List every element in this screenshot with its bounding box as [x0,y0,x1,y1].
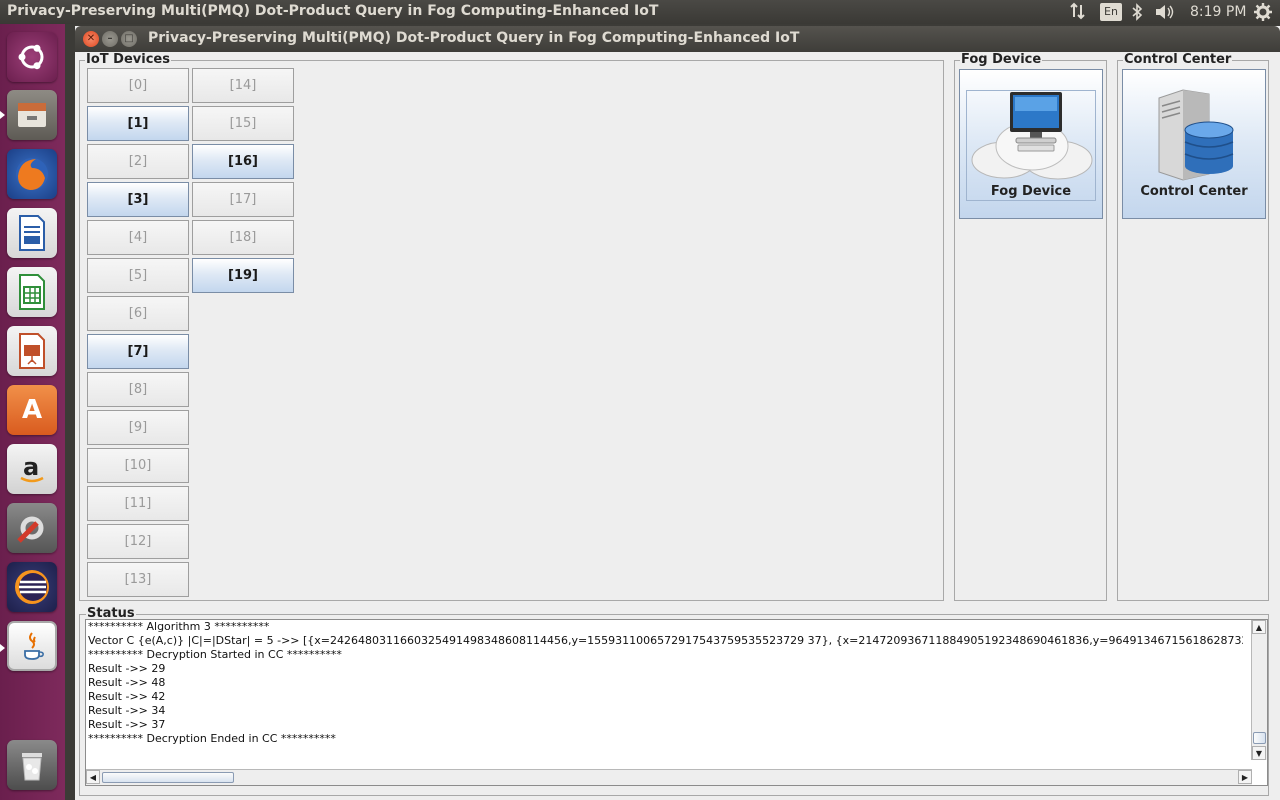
eclipse-icon[interactable] [7,562,57,612]
impress-icon[interactable] [7,326,57,376]
app-window: ✕ – □ Privacy-Preserving Multi(PMQ) Dot-… [75,26,1280,800]
iot-device-button[interactable]: [16] [192,144,294,179]
fog-device-button-label: Fog Device [990,184,1072,199]
status-line: Result ->> 42 [88,690,166,703]
minimize-icon[interactable]: – [102,31,118,47]
scroll-down-icon[interactable]: ▼ [1252,746,1266,760]
iot-devices-title: IoT Devices [85,52,171,67]
close-icon[interactable]: ✕ [83,31,99,47]
window-content: IoT Devices [0] [1] [2] [3] [4] [5] [6] [7] [8][… [75,52,1280,800]
iot-device-button[interactable]: [1] [87,106,189,141]
status-line: Result ->> 48 [88,676,166,689]
status-log[interactable]: ********** Algorithm 3 ********** Vector … [85,619,1268,786]
window-titlebar[interactable]: ✕ – □ Privacy-Preserving Multi(PMQ) Dot-… [75,26,1280,52]
maximize-icon[interactable]: □ [121,31,137,47]
software-center-icon[interactable]: A [7,385,57,435]
calc-icon[interactable] [7,267,57,317]
control-center-panel: Control Center Control Center [1117,53,1269,601]
status-line: Result ->> 34 [88,704,166,717]
iot-device-button[interactable]: [4] [87,220,189,255]
iot-device-button[interactable]: [5] [87,258,189,293]
status-line: Vector C {e(A,c)} |C|=|DStar| = 5 ->> [{… [88,634,1243,647]
iot-device-button[interactable]: [12] [87,524,189,559]
iot-devices-panel: IoT Devices [0] [1] [2] [3] [4] [5] [6] [7] [8][… [79,53,944,601]
fog-device-button[interactable]: Fog Device [959,69,1103,219]
iot-device-button[interactable]: [15] [192,106,294,141]
iot-device-button[interactable]: [0] [87,68,189,103]
scroll-up-icon[interactable]: ▲ [1252,620,1266,634]
top-panel-title: Privacy-Preserving Multi(PMQ) Dot-Produc… [7,3,659,19]
iot-device-button[interactable]: [14] [192,68,294,103]
ubuntu-dash-icon[interactable] [7,32,57,82]
clock[interactable]: 8:19 PM [1190,4,1246,20]
status-line: Result ->> 37 [88,718,166,731]
iot-device-button[interactable]: [18] [192,220,294,255]
running-indicator [0,111,5,119]
system-settings-icon[interactable] [7,503,57,553]
network-icon[interactable] [1069,2,1087,24]
vertical-scroll-thumb[interactable] [1253,732,1266,744]
iot-device-button[interactable]: [11] [87,486,189,521]
window-title: Privacy-Preserving Multi(PMQ) Dot-Produc… [148,30,800,46]
server-database-icon [1158,89,1234,181]
keyboard-language-indicator[interactable]: En [1100,3,1122,21]
firefox-icon[interactable] [7,149,57,199]
iot-device-button[interactable]: [8] [87,372,189,407]
iot-device-button[interactable]: [7] [87,334,189,369]
control-center-button[interactable]: Control Center [1122,69,1266,219]
writer-icon[interactable] [7,208,57,258]
iot-device-button[interactable]: [2] [87,144,189,179]
control-center-title: Control Center [1123,52,1233,67]
top-panel: Privacy-Preserving Multi(PMQ) Dot-Produc… [0,0,1280,24]
iot-device-button[interactable]: [6] [87,296,189,331]
horizontal-scrollbar[interactable]: ◀ ▶ [86,769,1252,785]
iot-device-button[interactable]: [13] [87,562,189,597]
status-text[interactable]: ********** Algorithm 3 ********** Vector … [88,620,1243,760]
running-indicator [0,644,5,652]
trash-icon[interactable] [7,740,57,790]
files-icon[interactable] [7,90,57,140]
status-line: ********** Decryption Ended in CC ******… [88,732,336,745]
control-center-button-label: Control Center [1140,184,1248,199]
status-line: ********** Decryption Started in CC ****… [88,648,342,661]
iot-device-button[interactable]: [3] [87,182,189,217]
iot-device-button[interactable]: [10] [87,448,189,483]
fog-device-panel: Fog Device Fog Device [954,53,1107,601]
scroll-right-icon[interactable]: ▶ [1238,770,1252,784]
iot-device-button[interactable]: [9] [87,410,189,445]
svg-text:a: a [23,453,39,481]
iot-device-button[interactable]: [17] [192,182,294,217]
cloud-computer-icon [971,92,1093,180]
volume-icon[interactable] [1154,3,1176,25]
gear-icon[interactable] [1253,2,1273,26]
amazon-icon[interactable]: a [7,444,57,494]
fog-device-title: Fog Device [960,52,1043,67]
scroll-left-icon[interactable]: ◀ [86,770,100,784]
horizontal-scroll-thumb[interactable] [102,772,234,783]
launcher: A a [0,24,65,800]
status-line: ********** Algorithm 3 ********** [88,620,270,633]
iot-device-button[interactable]: [19] [192,258,294,293]
java-icon[interactable] [7,621,57,671]
status-line: Result ->> 29 [88,662,166,675]
vertical-scrollbar[interactable]: ▲ ▼ [1251,620,1267,760]
bluetooth-icon[interactable] [1131,3,1143,25]
